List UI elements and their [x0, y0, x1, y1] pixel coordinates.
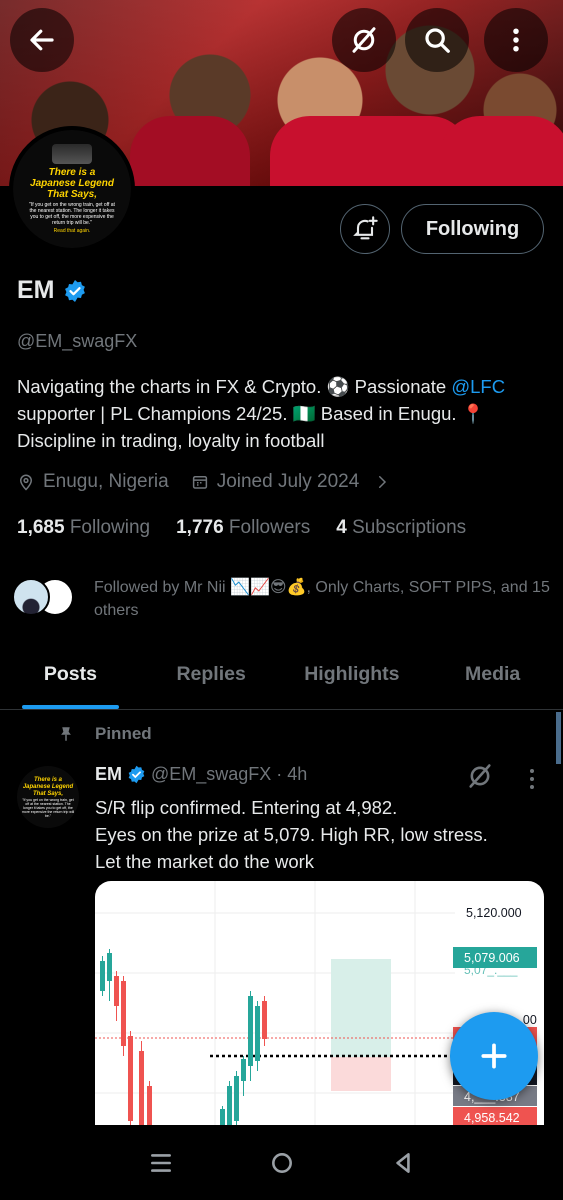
candle-body	[220, 1109, 225, 1125]
profile-name-row: EM	[17, 276, 87, 305]
profile-tabs: Posts Replies Highlights Media	[0, 640, 563, 710]
notifications-button[interactable]	[340, 204, 390, 254]
followed-by-row[interactable]: Followed by Mr Nii 📉📈😎💰, Only Charts, SO…	[12, 576, 554, 622]
tab-media[interactable]: Media	[422, 640, 563, 709]
avatar-title: There is a Japanese Legend That Says,	[30, 167, 114, 200]
pinned-label: Pinned	[95, 724, 152, 743]
tab-highlights[interactable]: Highlights	[282, 640, 423, 709]
candles	[100, 949, 267, 1125]
profile-stats: 1,685 Following 1,776 Followers 4 Subscr…	[17, 517, 466, 539]
followed-by-text: Followed by Mr Nii 📉📈😎💰, Only Charts, SO…	[94, 579, 550, 619]
more-vertical-icon[interactable]	[522, 766, 542, 792]
bio-text: Navigating the charts in FX & Crypto. ⚽ …	[17, 376, 452, 397]
profile-name: EM	[17, 276, 55, 304]
tab-posts[interactable]: Posts	[0, 640, 141, 709]
following-stat[interactable]: 1,685 Following	[17, 517, 150, 539]
more-options-button[interactable]	[484, 8, 548, 72]
post-line: Let the market do the work	[95, 851, 315, 872]
follower-avatars	[12, 576, 82, 616]
target-zone	[331, 959, 391, 1057]
candle-body	[114, 976, 119, 1006]
home-icon[interactable]	[269, 1150, 295, 1176]
back-button[interactable]	[10, 8, 74, 72]
post-body: S/R flip confirmed. Entering at 4,982. E…	[95, 794, 545, 875]
profile-bio: Navigating the charts in FX & Crypto. ⚽ …	[17, 373, 547, 454]
bio-mention-link[interactable]: @LFC	[451, 376, 505, 397]
candle-body	[139, 1051, 144, 1125]
compose-post-button[interactable]	[450, 1012, 538, 1100]
profile-location: Enugu, Nigeria	[43, 471, 169, 492]
avatar	[12, 578, 50, 616]
banner-shirt	[130, 116, 250, 186]
search-button[interactable]	[405, 8, 469, 72]
chevron-right-icon[interactable]	[373, 473, 391, 491]
avatar-photo	[52, 144, 92, 164]
candle-body	[241, 1059, 246, 1081]
price-label: 4,958.542	[464, 1111, 520, 1125]
scrollbar[interactable]	[556, 712, 561, 764]
followers-stat[interactable]: 1,776 Followers	[176, 517, 310, 539]
candle-body	[248, 996, 253, 1066]
stop-zone	[331, 1057, 391, 1091]
post-header: EM @EM_swagFX · 4h	[95, 764, 307, 785]
post-avatar[interactable]: There is a Japanese Legend That Says, "I…	[17, 766, 79, 828]
profile-avatar[interactable]: There is a Japanese Legend That Says, "I…	[9, 126, 135, 252]
more-vertical-icon	[513, 28, 519, 52]
candle-body	[147, 1086, 152, 1125]
post-line: Eyes on the prize at 5,079. High RR, low…	[95, 824, 488, 845]
grok-icon[interactable]	[466, 762, 494, 790]
candle-body	[234, 1076, 239, 1121]
pin-icon	[61, 727, 71, 741]
tab-replies[interactable]: Replies	[141, 640, 282, 709]
following-button[interactable]: Following	[401, 204, 544, 254]
post-avatar-title: There is a Japanese Legend That Says,	[22, 776, 74, 797]
verified-badge-icon	[64, 279, 85, 302]
system-navigation-bar	[0, 1125, 563, 1200]
candle-body	[100, 961, 105, 991]
price-label: 5,120.000	[466, 906, 522, 920]
candle-body	[262, 1001, 267, 1039]
candle-body	[227, 1086, 232, 1125]
post-author-name[interactable]: EM	[95, 764, 122, 785]
recent-apps-icon[interactable]	[148, 1150, 174, 1176]
bio-text: supporter | PL Champions 24/25. 🇳🇬 Based…	[17, 403, 485, 451]
verified-badge-icon	[128, 765, 145, 784]
candle-body	[121, 981, 126, 1046]
post-avatar-quote: "If you get on the wrong train, get off …	[21, 797, 75, 818]
grok-icon	[352, 27, 376, 53]
profile-meta: Enugu, Nigeria Joined July 2024	[17, 471, 391, 493]
candle-body	[107, 953, 112, 981]
grok-button[interactable]	[332, 8, 396, 72]
candle-body	[255, 1006, 260, 1061]
candle-body	[128, 1036, 133, 1121]
location-pin-icon	[19, 474, 33, 491]
profile-joined: Joined July 2024	[216, 471, 360, 492]
avatar-quote: "If you get on the wrong train, get off …	[29, 202, 115, 226]
banner-shirt	[440, 116, 563, 186]
plus-icon	[481, 1043, 507, 1069]
calendar-icon	[192, 476, 207, 489]
subscriptions-stat[interactable]: 4 Subscriptions	[336, 517, 466, 539]
profile-handle: @EM_swagFX	[17, 331, 138, 351]
price-label: 5,07_.___	[464, 963, 518, 977]
avatar-image: There is a Japanese Legend That Says, "I…	[13, 130, 131, 248]
post-line: S/R flip confirmed. Entering at 4,982.	[95, 797, 398, 818]
arrow-left-icon	[30, 29, 54, 51]
back-icon[interactable]	[390, 1150, 416, 1176]
search-icon	[425, 28, 450, 53]
pinned-indicator: Pinned	[57, 724, 152, 744]
post-meta: @EM_swagFX · 4h	[151, 764, 308, 784]
avatar-footer: Read that again.	[53, 228, 91, 234]
bell-plus-icon	[353, 216, 378, 240]
